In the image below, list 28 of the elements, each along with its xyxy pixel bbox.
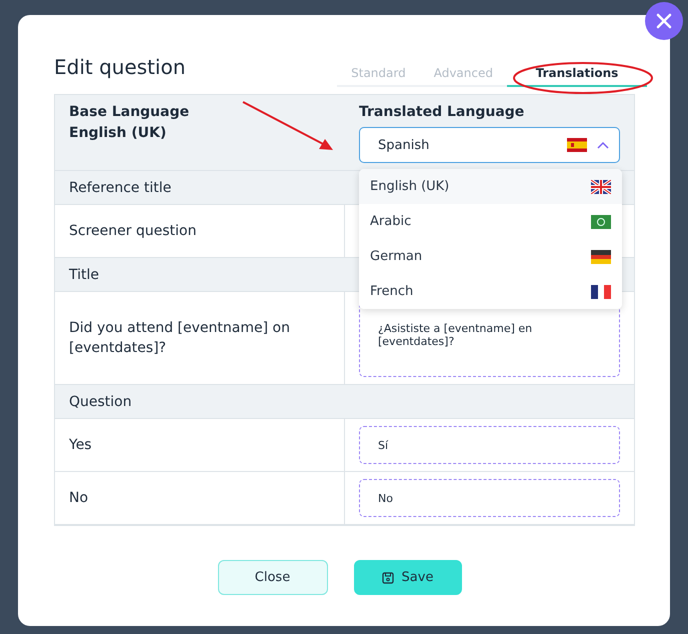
language-option[interactable]: German xyxy=(359,239,622,274)
flag-icon xyxy=(591,180,611,194)
translation-field[interactable]: No xyxy=(359,479,620,517)
section-header: Question xyxy=(55,385,634,419)
column-heading: Base Language xyxy=(69,103,190,122)
flag-icon xyxy=(591,250,611,264)
close-button[interactable]: Close xyxy=(218,560,328,595)
flag-icon xyxy=(567,138,587,152)
tab[interactable]: Translations xyxy=(507,62,647,87)
flag-icon xyxy=(591,284,611,298)
source-text: Screener question xyxy=(69,222,196,241)
language-option[interactable]: Arabic xyxy=(359,204,622,239)
language-option[interactable]: French xyxy=(359,274,622,309)
dialog-title: Edit question xyxy=(54,55,186,79)
source-text: No xyxy=(69,489,88,508)
flag-icon xyxy=(591,214,611,228)
source-text: Yes xyxy=(69,436,92,455)
close-icon xyxy=(656,13,672,29)
base-language: English (UK) xyxy=(69,124,168,143)
source-text: Did you attend [eventname] on [eventdates]? xyxy=(69,319,291,358)
language-select[interactable]: Spanish xyxy=(359,127,620,163)
save-icon xyxy=(382,572,394,584)
close-button[interactable] xyxy=(645,2,683,40)
save-button[interactable]: Save xyxy=(354,560,462,595)
language-option[interactable]: English (UK) xyxy=(359,169,622,204)
chevron-icon xyxy=(597,141,609,149)
column-heading: Translated Language xyxy=(359,103,526,122)
translation-field[interactable]: Sí xyxy=(359,426,620,464)
